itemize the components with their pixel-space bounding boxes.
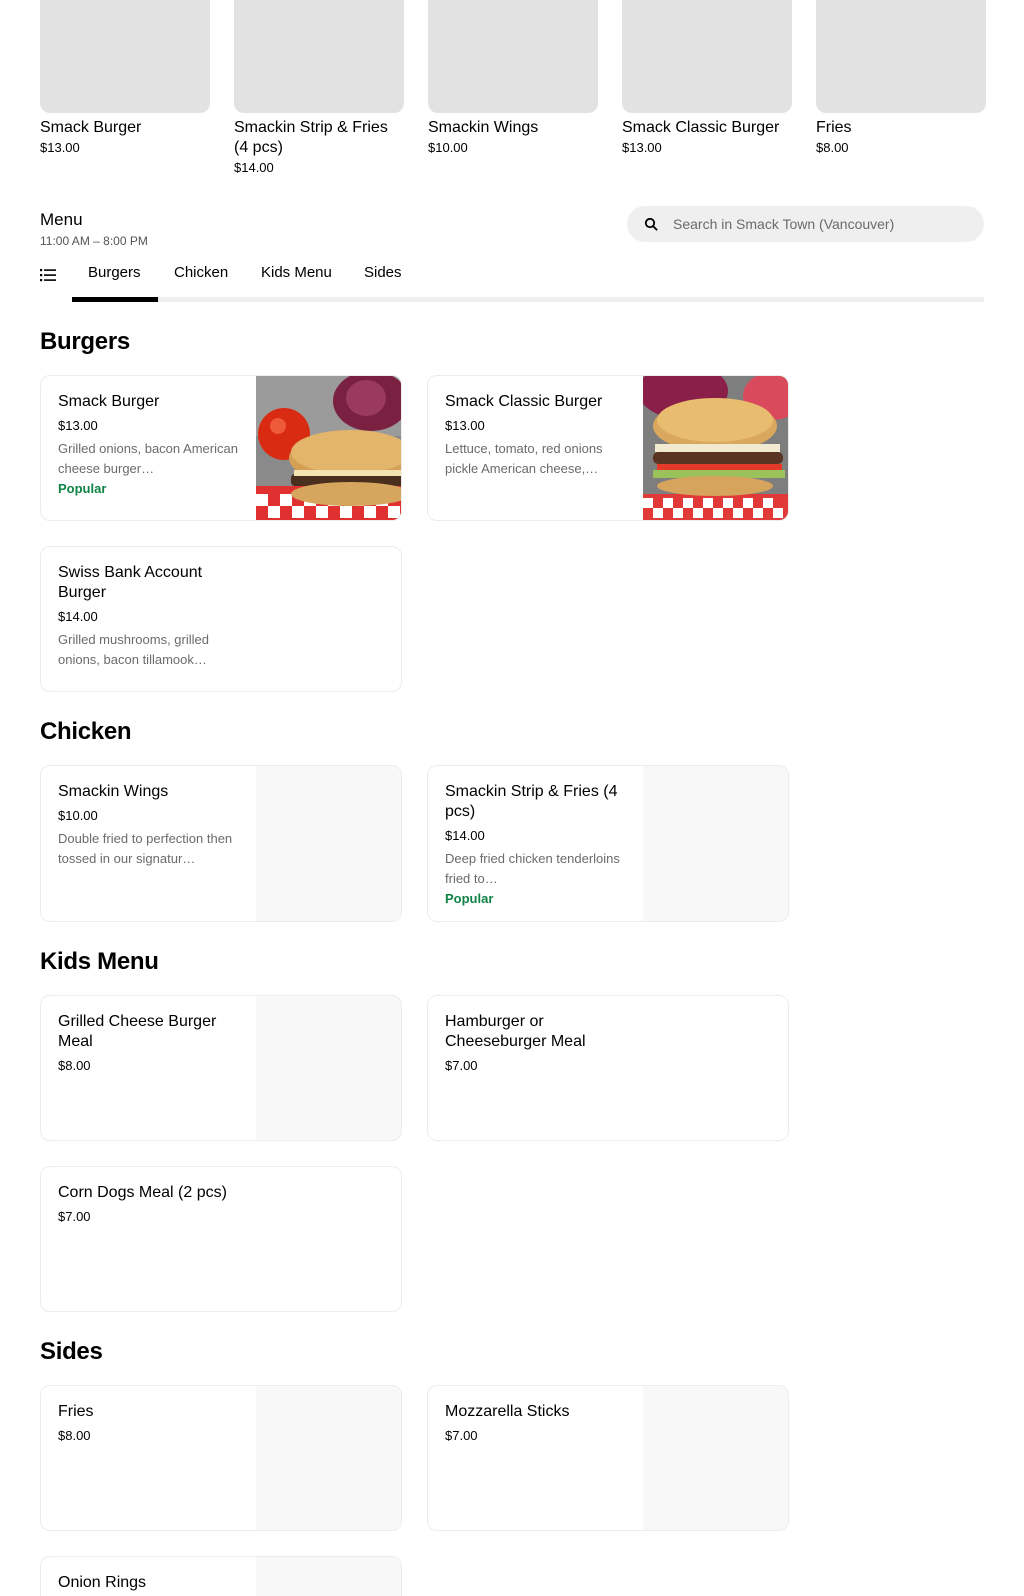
featured-title: Smack Burger — [40, 119, 142, 136]
item-price: $8.00 — [58, 1058, 91, 1073]
item-title: Smackin Strip & Fries (4 pcs) — [445, 783, 618, 820]
burger-photo — [643, 376, 788, 520]
menu-hours: 11:00 AM – 8:00 PM — [40, 234, 148, 248]
item-description: Grilled onions, bacon American cheese bu… — [58, 441, 238, 476]
item-price: $10.00 — [58, 808, 98, 823]
search-icon — [644, 217, 658, 231]
item-image-placeholder — [256, 1557, 401, 1596]
tab-active-indicator — [72, 297, 158, 302]
item-description: Deep fried chicken tenderloins fried to… — [445, 851, 620, 886]
item-title: Smack Classic Burger — [445, 393, 603, 410]
tab-chicken[interactable]: Chicken — [174, 264, 228, 281]
menu-item-card[interactable]: Hamburger or Cheeseburger Meal $7.00 — [427, 995, 789, 1141]
tab-track — [72, 297, 984, 302]
burger-photo — [256, 376, 401, 520]
menu-item-card[interactable]: Smack Classic Burger $13.00 Lettuce, tom… — [427, 375, 789, 521]
item-price: $13.00 — [445, 418, 485, 433]
item-title: Onion Rings — [58, 1574, 147, 1591]
featured-image — [40, 0, 210, 113]
featured-price: $8.00 — [816, 140, 849, 155]
item-price: $14.00 — [58, 609, 98, 624]
item-price: $7.00 — [58, 1209, 91, 1224]
section-title-sides: Sides — [40, 1338, 103, 1365]
tab-sides[interactable]: Sides — [364, 264, 402, 281]
featured-item-fries[interactable]: Fries $8.00 — [816, 0, 986, 158]
featured-image — [622, 0, 792, 113]
item-description: Double fried to perfection then tossed i… — [58, 831, 233, 866]
featured-title: Smackin Strip & Fries (4 pcs) — [234, 119, 388, 156]
featured-item-smackin-wings[interactable]: Smackin Wings $10.00 — [428, 0, 598, 158]
tab-burgers[interactable]: Burgers — [88, 264, 141, 281]
menu-item-card[interactable]: Smackin Wings $10.00 Double fried to per… — [40, 765, 402, 922]
item-description: Lettuce, tomato, red onions pickle Ameri… — [445, 441, 603, 476]
featured-item-smack-burger[interactable]: Smack Burger $13.00 — [40, 0, 210, 158]
featured-title: Smack Classic Burger — [622, 119, 780, 136]
featured-item-smackin-strip[interactable]: Smackin Strip & Fries (4 pcs) $14.00 — [234, 0, 404, 178]
featured-image — [428, 0, 598, 113]
section-title-chicken: Chicken — [40, 718, 132, 745]
featured-image — [234, 0, 404, 113]
item-image-placeholder — [643, 1386, 788, 1530]
category-list-icon[interactable] — [40, 268, 56, 282]
item-image-placeholder — [256, 1386, 401, 1530]
menu-item-card[interactable]: Fries $8.00 — [40, 1385, 402, 1531]
featured-title: Smackin Wings — [428, 119, 539, 136]
menu-item-card[interactable]: Corn Dogs Meal (2 pcs) $7.00 — [40, 1166, 402, 1312]
menu-item-card[interactable]: Mozzarella Sticks $7.00 — [427, 1385, 789, 1531]
featured-price: $13.00 — [40, 140, 80, 155]
popular-badge: Popular — [58, 481, 107, 496]
item-description: Grilled mushrooms, grilled onions, bacon… — [58, 632, 209, 667]
section-title-kids-menu: Kids Menu — [40, 948, 159, 975]
item-title: Swiss Bank Account Burger — [58, 564, 203, 601]
item-price: $7.00 — [445, 1058, 478, 1073]
item-title: Fries — [58, 1403, 94, 1420]
popular-badge: Popular — [445, 891, 494, 906]
section-title-burgers: Burgers — [40, 328, 130, 355]
featured-price: $10.00 — [428, 140, 468, 155]
item-price: $7.00 — [445, 1428, 478, 1443]
featured-image — [816, 0, 986, 113]
item-title: Grilled Cheese Burger Meal — [58, 1013, 217, 1050]
search-input[interactable] — [673, 206, 963, 242]
menu-title: Menu — [40, 210, 83, 229]
item-title: Hamburger or Cheeseburger Meal — [445, 1013, 586, 1050]
item-title: Mozzarella Sticks — [445, 1403, 570, 1420]
item-price: $13.00 — [58, 418, 98, 433]
menu-item-card[interactable]: Grilled Cheese Burger Meal $8.00 — [40, 995, 402, 1141]
item-image-placeholder — [256, 766, 401, 921]
item-price: $8.00 — [58, 1428, 91, 1443]
item-title: Smackin Wings — [58, 783, 169, 800]
menu-item-card[interactable]: Swiss Bank Account Burger $14.00 Grilled… — [40, 546, 402, 692]
item-image-placeholder — [256, 996, 401, 1140]
menu-item-card[interactable]: Onion Rings — [40, 1556, 402, 1596]
item-title: Smack Burger — [58, 393, 160, 410]
featured-item-smack-classic[interactable]: Smack Classic Burger $13.00 — [622, 0, 792, 158]
featured-title: Fries — [816, 119, 852, 136]
menu-item-card[interactable]: Smackin Strip & Fries (4 pcs) $14.00 Dee… — [427, 765, 789, 922]
featured-price: $13.00 — [622, 140, 662, 155]
featured-price: $14.00 — [234, 160, 274, 175]
item-price: $14.00 — [445, 828, 485, 843]
item-image-placeholder — [643, 766, 788, 921]
tab-kids-menu[interactable]: Kids Menu — [261, 264, 332, 281]
menu-item-card[interactable]: Smack Burger $13.00 Grilled onions, baco… — [40, 375, 402, 521]
item-title: Corn Dogs Meal (2 pcs) — [58, 1184, 227, 1201]
search-bar[interactable] — [627, 206, 984, 242]
